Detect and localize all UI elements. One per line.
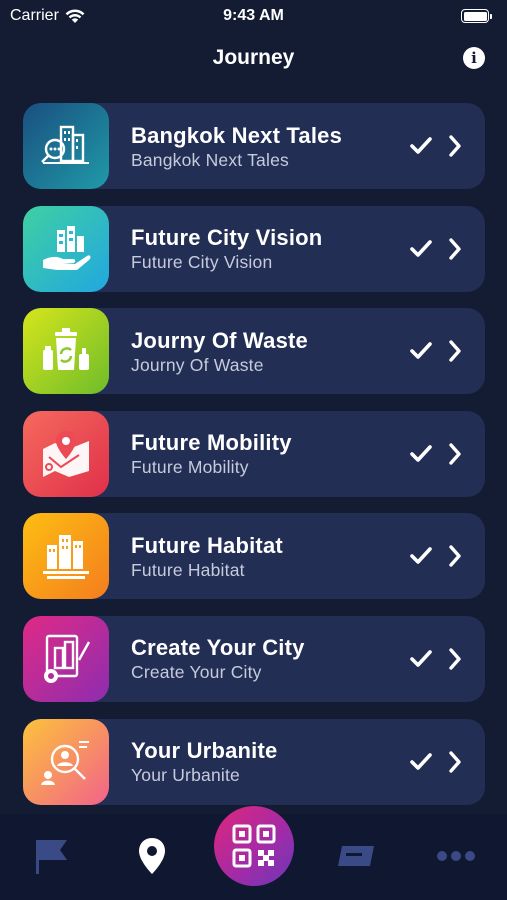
- checkmark-icon: [410, 444, 432, 462]
- checkmark-icon: [410, 239, 432, 257]
- journey-list: Bangkok Next Tales Bangkok Next Tales Futu…: [23, 103, 485, 821]
- journey-card[interactable]: Your Urbanite Your Urbanite: [23, 718, 485, 805]
- chevron-right-icon[interactable]: [447, 750, 463, 774]
- journey-card[interactable]: Future Mobility Future Mobility: [23, 410, 485, 497]
- checkmark-icon: [410, 752, 432, 770]
- checkmark-icon: [410, 650, 432, 667]
- hand-city-icon: [23, 205, 109, 292]
- status-bar: Carrier 9:43 AM: [0, 0, 507, 32]
- more-icon[interactable]: [434, 836, 478, 876]
- chevron-right-icon[interactable]: [447, 339, 463, 363]
- flag-icon[interactable]: [34, 836, 70, 876]
- journey-card[interactable]: Create Your City Create Your City: [23, 615, 485, 702]
- qr-code-icon[interactable]: [214, 806, 294, 886]
- battery-icon: [461, 9, 492, 23]
- buildings-icon: [23, 513, 109, 600]
- checkmark-icon: [410, 547, 432, 565]
- chevron-right-icon[interactable]: [447, 442, 463, 466]
- checkmark-icon: [410, 342, 432, 359]
- nav-header: Journey i: [0, 38, 507, 78]
- page-title: Journey: [212, 46, 295, 69]
- chevron-right-icon[interactable]: [447, 544, 463, 568]
- carrier-label: Carrier: [10, 7, 59, 24]
- map-pin-icon: [23, 410, 109, 497]
- journey-card[interactable]: Future Habitat Future Habitat: [23, 513, 485, 600]
- checkmark-icon: [410, 137, 432, 154]
- wifi-icon: [65, 9, 85, 23]
- city-search-icon: [23, 103, 109, 189]
- chevron-right-icon[interactable]: [447, 237, 463, 261]
- chevron-right-icon[interactable]: [447, 647, 463, 671]
- journey-card[interactable]: Bangkok Next Tales Bangkok Next Tales: [23, 103, 485, 189]
- city-design-icon: [23, 615, 109, 702]
- journey-card[interactable]: Journy Of Waste Journy Of Waste: [23, 308, 485, 395]
- journey-card[interactable]: Future City Vision Future City Vision: [23, 205, 485, 292]
- ticket-icon[interactable]: [336, 836, 376, 876]
- recycle-bin-icon: [23, 308, 109, 395]
- location-pin-icon[interactable]: [136, 836, 168, 876]
- info-icon[interactable]: i: [463, 47, 485, 69]
- chevron-right-icon[interactable]: [447, 134, 463, 158]
- profile-search-icon: [23, 718, 109, 805]
